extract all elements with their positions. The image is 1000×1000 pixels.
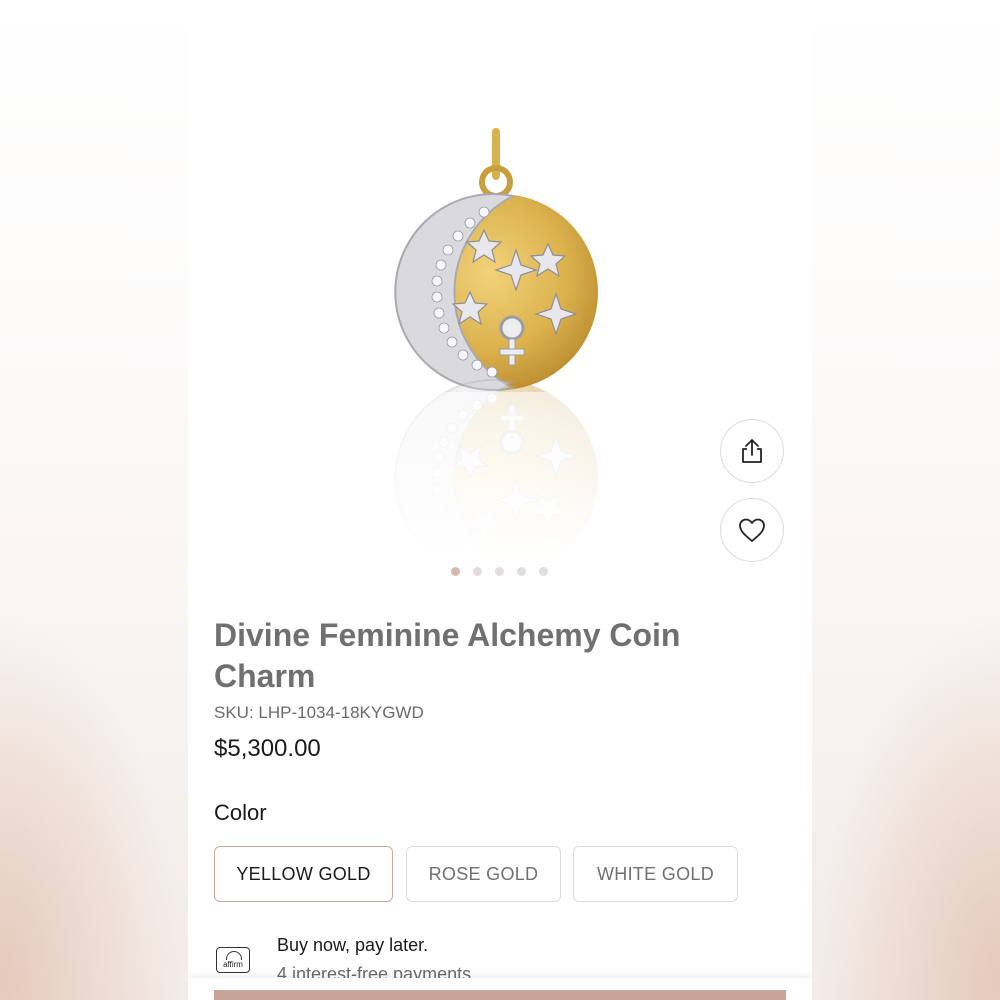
share-icon (742, 439, 762, 463)
carousel-dot[interactable] (473, 567, 482, 576)
product-price: $5,300.00 (214, 735, 321, 762)
image-carousel-dots (451, 567, 548, 576)
product-sku: SKU: LHP-1034-18KYGWD (214, 703, 424, 722)
product-title: Divine Feminine Alchemy Coin Charm (214, 617, 681, 694)
affirm-logo-text: affirm (223, 960, 243, 969)
color-option-yellow-gold[interactable]: YELLOW GOLD (214, 846, 393, 902)
add-to-cart-button[interactable] (214, 990, 786, 1000)
share-button[interactable] (720, 419, 784, 483)
color-label: Color (214, 800, 267, 825)
carousel-dot[interactable] (539, 567, 548, 576)
carousel-dot[interactable] (451, 567, 460, 576)
coin-charm-image (388, 120, 628, 560)
affirm-arc (226, 951, 242, 960)
favorite-button[interactable] (720, 498, 784, 562)
carousel-dot[interactable] (517, 567, 526, 576)
color-option-rose-gold[interactable]: ROSE GOLD (406, 846, 561, 902)
financing-headline: Buy now, pay later. (277, 935, 429, 955)
product-page: Divine Feminine Alchemy Coin Charm SKU: … (188, 0, 812, 1000)
color-option-white-gold[interactable]: WHITE GOLD (573, 846, 738, 902)
product-image[interactable] (388, 120, 628, 560)
heart-icon (739, 518, 765, 542)
carousel-dot[interactable] (495, 567, 504, 576)
affirm-logo-icon: affirm (216, 947, 250, 973)
